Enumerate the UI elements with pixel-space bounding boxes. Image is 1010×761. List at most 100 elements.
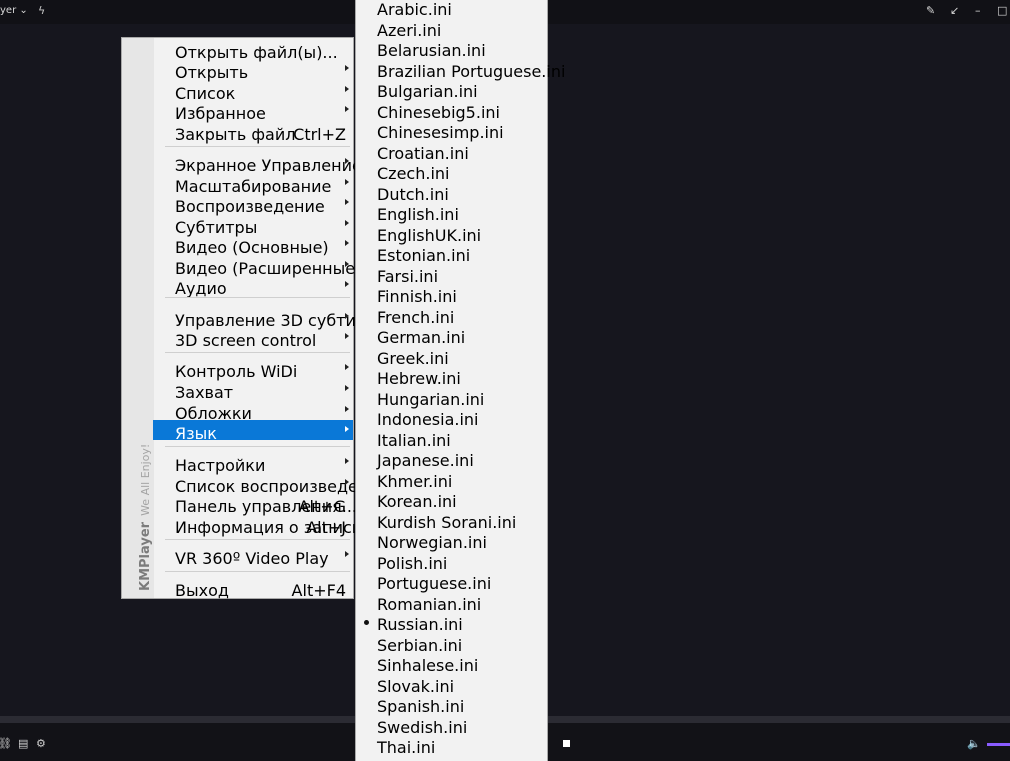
menu-item[interactable]: Язык: [153, 420, 353, 443]
menu-item[interactable]: Список воспроизведения: [153, 473, 388, 496]
volume-slider[interactable]: [987, 743, 1010, 746]
menu-item[interactable]: Закрыть файл Ctrl+Z: [153, 121, 353, 144]
language-item[interactable]: Kurdish Sorani.ini: [356, 510, 546, 532]
menu-item[interactable]: Управление 3D субтитрами: [153, 307, 408, 330]
menu-item[interactable]: Захват: [153, 379, 353, 402]
language-item[interactable]: Belarusian.ini: [356, 38, 546, 60]
language-item[interactable]: Chinesebig5.ini: [356, 100, 546, 122]
menu-separator: [165, 297, 350, 298]
language-item[interactable]: Norwegian.ini: [356, 530, 546, 552]
language-item-label: Chinesebig5.ini: [377, 102, 500, 122]
language-item[interactable]: Thai.ini: [356, 735, 546, 757]
language-item[interactable]: Spanish.ini: [356, 694, 546, 716]
language-item[interactable]: English.ini: [356, 202, 546, 224]
submenu-arrow-icon: [345, 106, 349, 112]
menu-item[interactable]: Аудио: [153, 275, 353, 298]
minimize-icon[interactable]: ↙: [950, 4, 959, 17]
menu-item[interactable]: Воспроизведение: [153, 193, 353, 216]
menu-item[interactable]: Настройки: [153, 452, 353, 475]
submenu-arrow-icon: [345, 551, 349, 557]
volume-icon[interactable]: 🔈: [967, 737, 981, 750]
language-item[interactable]: Croatian.ini: [356, 141, 546, 163]
language-item-label: Bulgarian.ini: [377, 82, 478, 101]
language-item[interactable]: Brazilian Portuguese.ini: [356, 59, 565, 81]
language-item-label: Dutch.ini: [377, 184, 449, 204]
submenu-arrow-icon: [345, 406, 349, 412]
language-item-label: Kurdish Sorani.ini: [377, 512, 517, 532]
language-item[interactable]: Romanian.ini: [356, 592, 546, 614]
language-item[interactable]: Japanese.ini: [356, 448, 546, 470]
language-item-label: German.ini: [377, 328, 466, 347]
menu-item-label: Информация о записи...: [175, 518, 378, 537]
lightning-icon[interactable]: ϟ: [38, 4, 45, 17]
language-item[interactable]: EnglishUK.ini: [356, 223, 546, 245]
menu-item[interactable]: Избранное: [153, 100, 353, 123]
submenu-arrow-icon: [345, 158, 349, 164]
language-item[interactable]: Italian.ini: [356, 428, 546, 450]
selected-bullet-icon: [364, 620, 369, 625]
menu-item[interactable]: Информация о записи... Alt+J: [153, 514, 377, 537]
link-icon[interactable]: ⛓: [0, 737, 12, 750]
menu-item-label: Закрыть файл: [175, 125, 296, 144]
menu-item[interactable]: Видео (Основные): [153, 234, 353, 257]
language-item[interactable]: Azeri.ini: [356, 18, 546, 40]
language-item[interactable]: Dutch.ini: [356, 182, 546, 204]
language-item[interactable]: Portuguese.ini: [356, 571, 546, 593]
language-item-label: Serbian.ini: [377, 635, 463, 655]
language-item[interactable]: German.ini: [356, 325, 546, 347]
menu-item-label: VR 360º Video Play: [175, 549, 329, 568]
language-item-label: Romanian.ini: [377, 594, 482, 614]
language-item[interactable]: Czech.ini: [356, 161, 546, 183]
language-item[interactable]: Hungarian.ini: [356, 387, 546, 409]
menu-item[interactable]: 3D screen control: [153, 327, 353, 350]
language-item-label: Spanish.ini: [377, 697, 465, 716]
language-item-label: Farsi.ini: [377, 266, 439, 286]
language-item[interactable]: Korean.ini: [356, 489, 546, 511]
language-item[interactable]: Farsi.ini: [356, 264, 546, 286]
language-item-label: French.ini: [377, 307, 455, 327]
maximize-icon[interactable]: □: [997, 4, 1007, 17]
playlist-icon[interactable]: ▤: [18, 737, 28, 750]
menu-item[interactable]: Список: [153, 80, 353, 103]
menu-item[interactable]: Контроль WiDi: [153, 358, 353, 381]
menu-item[interactable]: Масштабирование: [153, 173, 353, 196]
language-item-label: Arabic.ini: [377, 0, 452, 19]
app-title[interactable]: yer ⌄: [0, 5, 28, 16]
language-item[interactable]: Khmer.ini: [356, 469, 546, 491]
language-item[interactable]: Swedish.ini: [356, 715, 546, 737]
menu-item[interactable]: Открыть файл(ы)...: [153, 39, 353, 62]
stop-button[interactable]: [563, 740, 570, 747]
menu-item[interactable]: Открыть: [153, 59, 353, 82]
menu-item[interactable]: Обложки: [153, 400, 353, 423]
menu-item[interactable]: Выход Alt+F4: [153, 577, 353, 600]
language-item[interactable]: Serbian.ini: [356, 633, 546, 655]
settings-gear-icon[interactable]: ⚙: [36, 737, 46, 750]
language-item[interactable]: Polish.ini: [356, 551, 546, 573]
language-item[interactable]: Hebrew.ini: [356, 366, 546, 388]
language-item-label: Estonian.ini: [377, 246, 471, 265]
kmplayer-window: yer ⌄ ϟ ✎ ↙ – □ ⛓ ▤ ⚙ 🔈 KMPlayer We All E…: [0, 0, 1010, 761]
brand-tagline: We All Enjoy!: [139, 443, 152, 516]
pin-icon[interactable]: ✎: [926, 4, 935, 17]
language-item-label: Thai.ini: [377, 738, 436, 757]
language-item[interactable]: Indonesia.ini: [356, 407, 546, 429]
language-item[interactable]: Slovak.ini: [356, 674, 546, 696]
language-item[interactable]: Estonian.ini: [356, 243, 546, 265]
language-item-label: Japanese.ini: [377, 451, 474, 470]
restore-icon[interactable]: –: [975, 4, 981, 17]
language-item[interactable]: Russian.ini: [356, 612, 546, 634]
language-item[interactable]: Greek.ini: [356, 346, 546, 368]
language-item-label: Indonesia.ini: [377, 410, 479, 429]
language-item[interactable]: Chinesesimp.ini: [356, 120, 546, 142]
menu-item[interactable]: Экранное Управление: [153, 152, 362, 175]
menu-separator: [165, 352, 350, 353]
language-item[interactable]: French.ini: [356, 305, 546, 327]
menu-item[interactable]: Видео (Расширенные): [153, 255, 361, 278]
menu-item[interactable]: Панель управления... Alt+G: [153, 493, 357, 516]
language-item[interactable]: Finnish.ini: [356, 284, 546, 306]
menu-item[interactable]: VR 360º Video Play: [153, 545, 353, 568]
menu-item[interactable]: Субтитры: [153, 214, 353, 237]
language-item[interactable]: Arabic.ini: [356, 0, 546, 19]
language-item[interactable]: Sinhalese.ini: [356, 653, 546, 675]
language-item[interactable]: Bulgarian.ini: [356, 79, 546, 101]
